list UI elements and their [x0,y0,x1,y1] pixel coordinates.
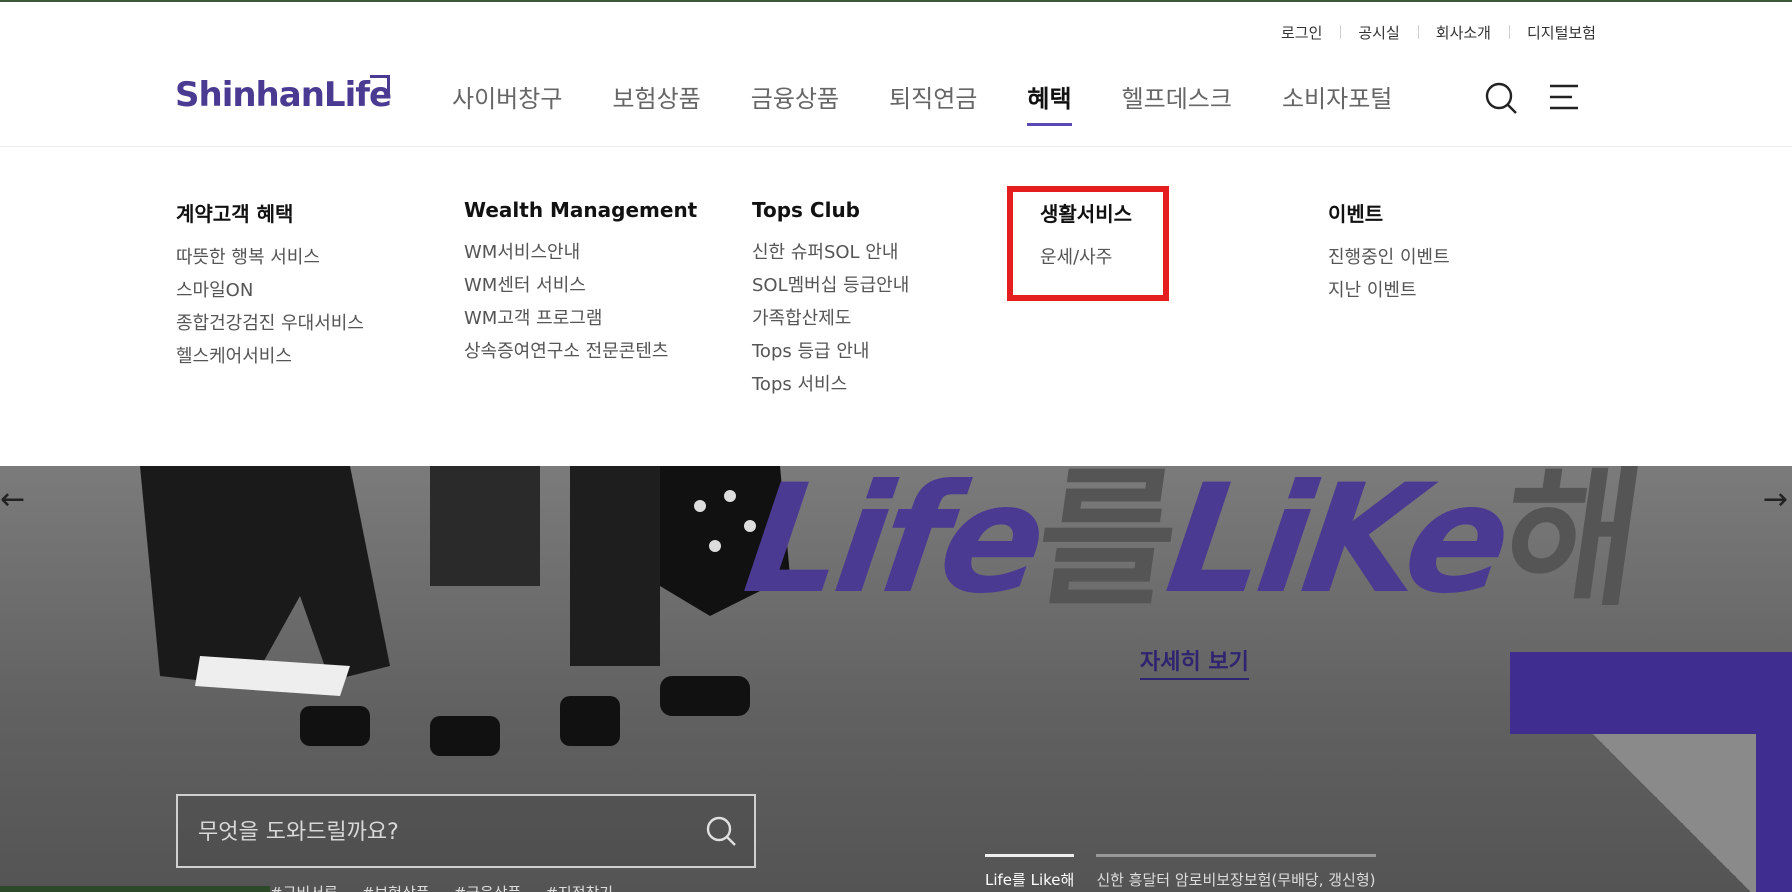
menu-heading[interactable]: 계약고객 혜택 [176,198,364,227]
nav-insurance[interactable]: 보험상품 [612,79,700,114]
grey-deco-triangle [1590,734,1756,892]
nav-benefits[interactable]: 혜택 [1027,79,1072,126]
menu-item[interactable]: WM고객 프로그램 [464,302,697,335]
disclosure-link[interactable]: 공시실 [1340,22,1417,43]
search-icon[interactable] [1484,81,1518,115]
benefits-dropdown: 계약고객 혜택 따뜻한 행복 서비스 스마일ON 종합건강검진 우대서비스 헬스… [0,148,1792,466]
tag[interactable]: #구비서류 [270,882,338,892]
highlight-box [1007,186,1169,301]
menu-item[interactable]: 가족합산제도 [752,302,909,335]
menu-item[interactable]: 진행중인 이벤트 [1328,241,1450,274]
search-input[interactable] [198,816,678,848]
logo[interactable]: ShinhanLife [175,75,392,115]
menu-col-customer-benefits: 계약고객 혜택 따뜻한 행복 서비스 스마일ON 종합건강검진 우대서비스 헬스… [176,198,364,373]
logo-corner-mark [370,75,390,95]
menu-icon[interactable] [1548,83,1580,111]
utility-nav: 로그인 공시실 회사소개 디지털보험 [1263,22,1596,43]
main-search-box [176,794,756,868]
digital-insurance-link[interactable]: 디지털보험 [1508,22,1596,43]
slogan-reul: 를 [1025,466,1183,627]
hero-slogan: Life를LiKe해 [735,466,1652,635]
menu-item[interactable]: 따뜻한 행복 서비스 [176,241,364,274]
menu-item[interactable]: 스마일ON [176,274,364,307]
nav-helpdesk[interactable]: 헬프데스크 [1122,79,1232,114]
menu-item[interactable]: 신한 슈퍼SOL 안내 [752,236,909,269]
slide-tab[interactable]: Life를 Like해 [985,854,1075,890]
menu-item[interactable]: Tops 등급 안내 [752,335,909,368]
nav-cyber-window[interactable]: 사이버창구 [452,79,562,114]
menu-col-tops-club: Tops Club 신한 슈퍼SOL 안내 SOL멤버십 등급안내 가족합산제도… [752,198,909,401]
purple-deco-bar [1756,734,1792,892]
bottom-strip [0,886,270,892]
menu-item[interactable]: 종합건강검진 우대서비스 [176,307,364,340]
slogan-hae: 해 [1490,466,1648,627]
main-nav: 사이버창구 보험상품 금융상품 퇴직연금 혜택 헬프데스크 소비자포털 [452,79,1442,126]
menu-item[interactable]: 상속증여연구소 전문콘텐츠 [464,335,697,368]
nav-consumer-portal[interactable]: 소비자포털 [1282,79,1392,114]
slogan-life: Life [735,466,1051,627]
prev-slide-arrow-icon[interactable]: ← [0,482,25,517]
header: ShinhanLife 사이버창구 보험상품 금융상품 퇴직연금 혜택 헬프데스… [0,55,1792,147]
menu-item[interactable]: WM센터 서비스 [464,269,697,302]
menu-item[interactable]: 헬스케어서비스 [176,340,364,373]
login-link[interactable]: 로그인 [1263,22,1340,43]
menu-heading[interactable]: Tops Club [752,198,909,222]
tag[interactable]: #지점찾기 [545,882,613,892]
tag[interactable]: #보험상품 [362,882,430,892]
slide-tab[interactable]: 신한 흥달터 암로비보장보험(무배당, 갱신형) [1096,854,1376,890]
search-icon[interactable] [704,814,738,848]
slide-tabs: Life를 Like해 신한 흥달터 암로비보장보험(무배당, 갱신형) [985,854,1398,890]
purple-deco-block [1510,652,1792,734]
menu-heading[interactable]: Wealth Management [464,198,697,222]
menu-item[interactable]: SOL멤버십 등급안내 [752,269,909,302]
next-slide-arrow-icon[interactable]: → [1763,482,1788,517]
menu-col-wealth: Wealth Management WM서비스안내 WM센터 서비스 WM고객 … [464,198,697,368]
slogan-like: LiKe [1157,466,1516,627]
menu-item[interactable]: Tops 서비스 [752,368,909,401]
nav-finance[interactable]: 금융상품 [751,79,839,114]
menu-item[interactable]: 지난 이벤트 [1328,274,1450,307]
hero-banner: ← → Life를LiKe해 자세히 보기 #구비서류 #보험상품 #금융상품 … [0,466,1792,892]
menu-col-events: 이벤트 진행중인 이벤트 지난 이벤트 [1328,198,1450,307]
detail-link[interactable]: 자세히 보기 [1140,644,1249,680]
menu-item[interactable]: WM서비스안내 [464,236,697,269]
hero-illustration [140,466,790,756]
company-link[interactable]: 회사소개 [1417,22,1509,43]
top-accent-line [0,0,1792,2]
nav-pension[interactable]: 퇴직연금 [889,79,977,114]
keyword-tags: #구비서류 #보험상품 #금융상품 #지점찾기 [270,882,637,892]
menu-heading[interactable]: 이벤트 [1328,198,1450,227]
tag[interactable]: #금융상품 [454,882,522,892]
